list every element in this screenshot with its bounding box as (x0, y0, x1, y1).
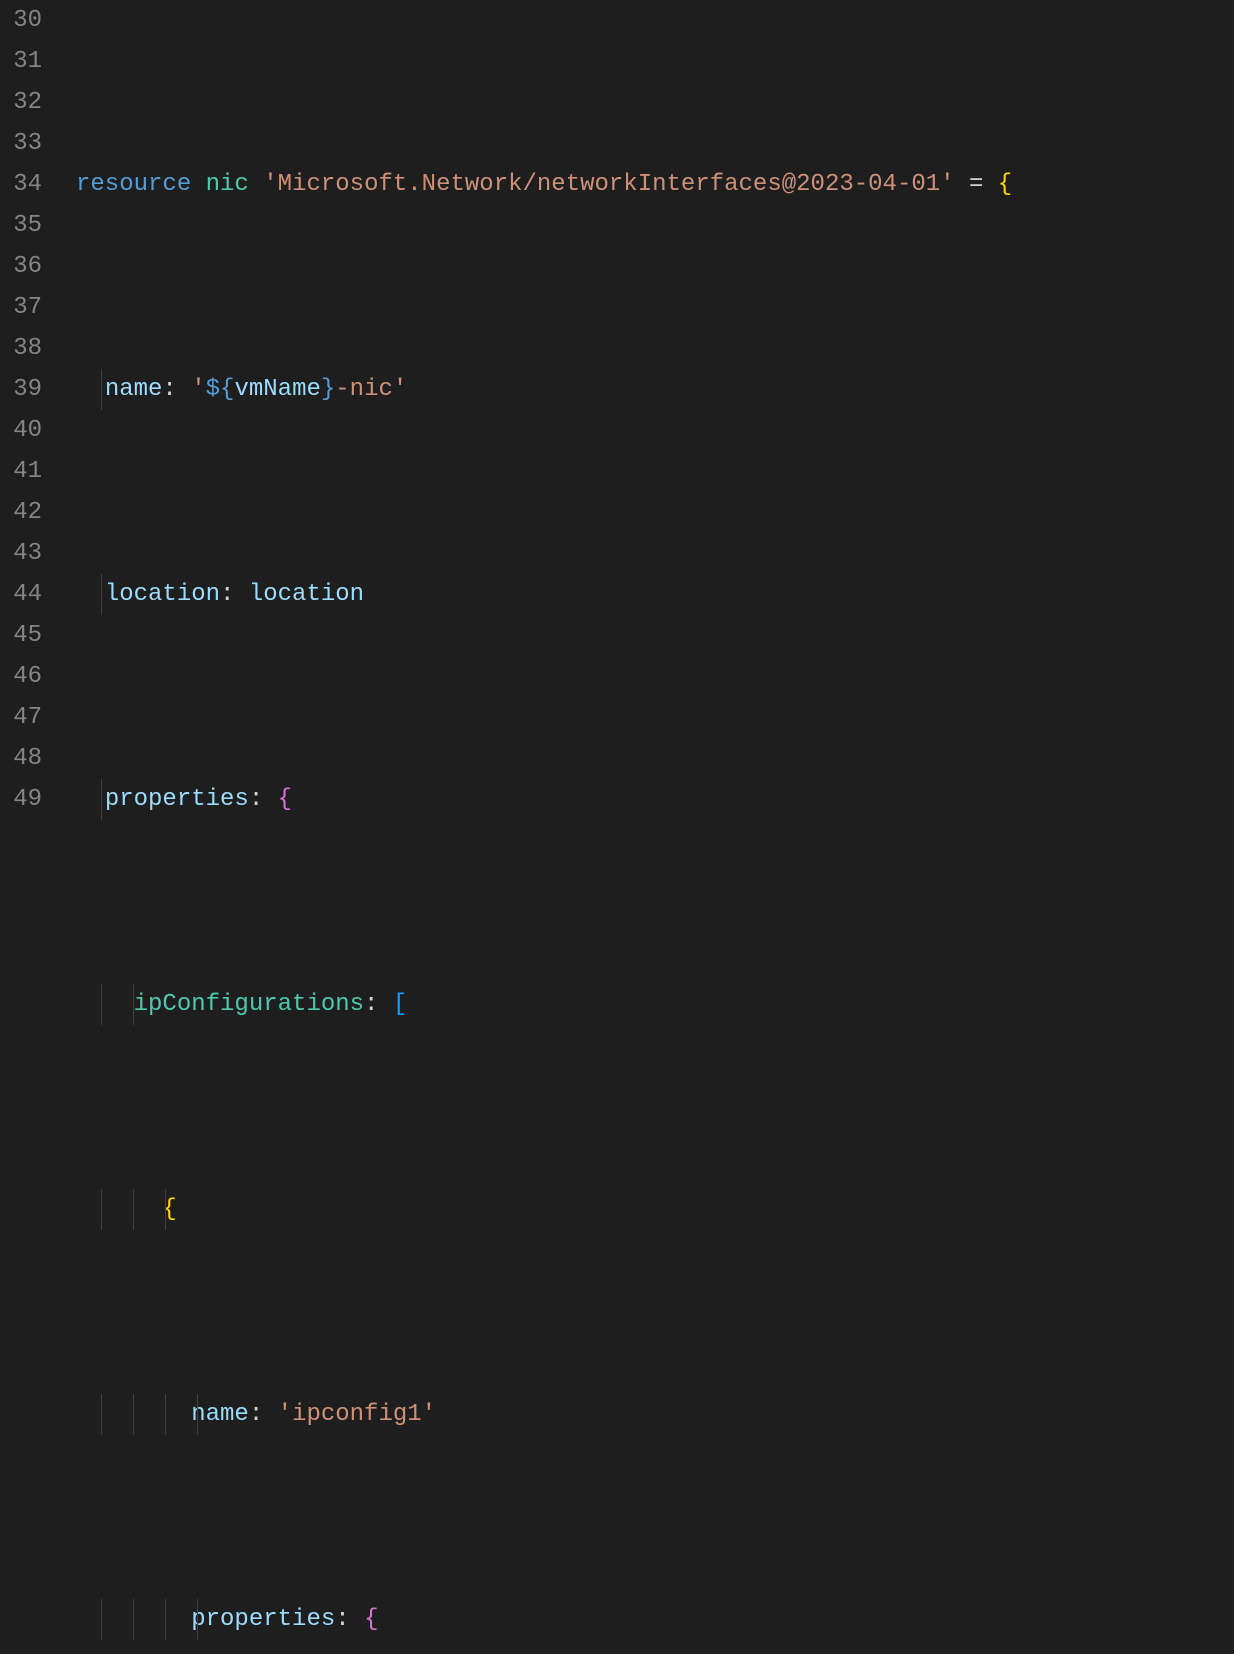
line-number: 46 (0, 656, 42, 697)
brace-open: { (998, 171, 1012, 198)
line-number: 41 (0, 451, 42, 492)
string-quote: ' (191, 376, 205, 403)
colon: : (220, 581, 234, 608)
interp-open: ${ (206, 376, 235, 403)
keyword-resource: resource (76, 171, 191, 198)
property-name: name (191, 1401, 249, 1428)
code-line[interactable]: properties: { (76, 779, 1234, 820)
property-properties: properties (191, 1606, 335, 1633)
colon: : (162, 376, 176, 403)
value-location: location (249, 581, 364, 608)
code-line[interactable]: name: '${vmName}-nic' (76, 369, 1234, 410)
line-number: 36 (0, 246, 42, 287)
colon: : (249, 1401, 263, 1428)
line-number: 38 (0, 328, 42, 369)
equals: = (969, 171, 983, 198)
property-name: name (105, 376, 163, 403)
line-number: 43 (0, 533, 42, 574)
string-rest: -nic' (335, 376, 407, 403)
line-number: 37 (0, 287, 42, 328)
code-line[interactable]: name: 'ipconfig1' (76, 1394, 1234, 1435)
line-number: 32 (0, 82, 42, 123)
line-number: 45 (0, 615, 42, 656)
string-ipconfig1: 'ipconfig1' (278, 1401, 436, 1428)
line-number: 47 (0, 697, 42, 738)
identifier-nic: nic (206, 171, 249, 198)
line-number: 40 (0, 410, 42, 451)
property-ipconfigurations: ipConfigurations (134, 991, 364, 1018)
line-number-gutter: 30 31 32 33 34 35 36 37 38 39 40 41 42 4… (0, 0, 60, 827)
property-location: location (105, 581, 220, 608)
colon: : (335, 1606, 349, 1633)
line-number: 31 (0, 41, 42, 82)
line-number: 48 (0, 738, 42, 779)
brace-open: { (278, 786, 292, 813)
line-number: 42 (0, 492, 42, 533)
string-resource-type: 'Microsoft.Network/networkInterfaces@202… (263, 171, 954, 198)
line-number: 34 (0, 164, 42, 205)
property-properties: properties (105, 786, 249, 813)
line-number: 49 (0, 779, 42, 820)
line-number: 30 (0, 0, 42, 41)
line-number: 33 (0, 123, 42, 164)
interp-close: } (321, 376, 335, 403)
code-line[interactable]: location: location (76, 574, 1234, 615)
code-line[interactable]: properties: { (76, 1599, 1234, 1640)
line-number: 39 (0, 369, 42, 410)
colon: : (249, 786, 263, 813)
var-vmname: vmName (234, 376, 320, 403)
code-line[interactable]: ipConfigurations: [ (76, 984, 1234, 1025)
colon: : (364, 991, 378, 1018)
bracket-open: [ (393, 991, 407, 1018)
code-line[interactable]: resource nic 'Microsoft.Network/networkI… (76, 164, 1234, 205)
line-number: 44 (0, 574, 42, 615)
code-line[interactable]: { (76, 1189, 1234, 1230)
code-editor[interactable]: 30 31 32 33 34 35 36 37 38 39 40 41 42 4… (0, 0, 1234, 827)
code-area[interactable]: resource nic 'Microsoft.Network/networkI… (60, 0, 1234, 827)
line-number: 35 (0, 205, 42, 246)
brace-open: { (364, 1606, 378, 1633)
